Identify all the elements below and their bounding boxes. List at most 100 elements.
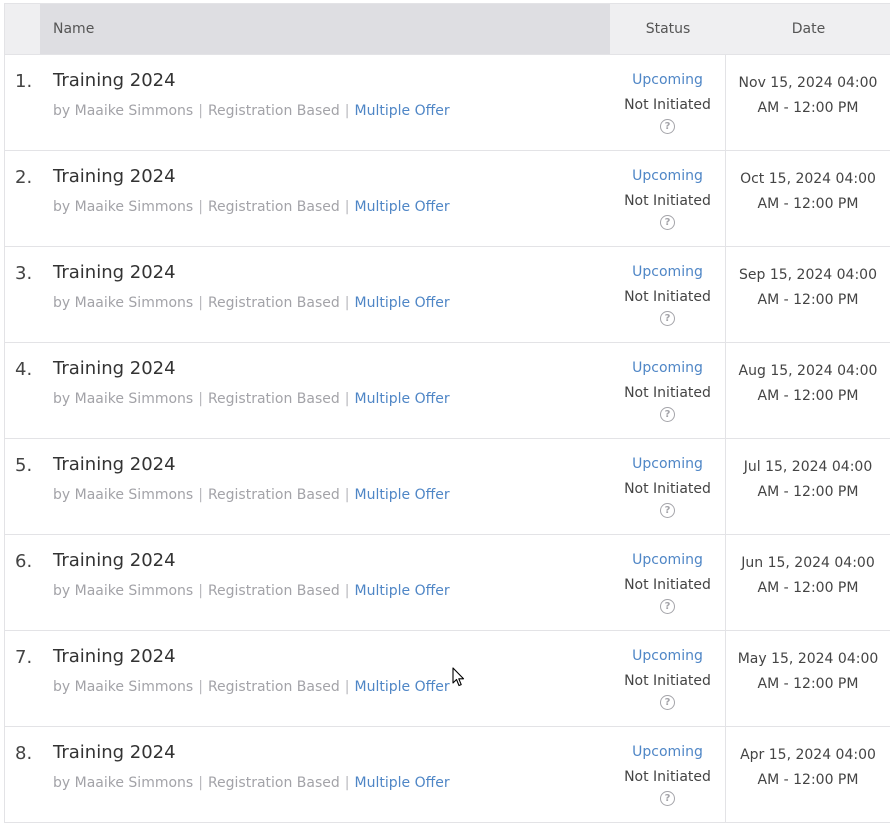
type-label: Registration Based [207, 103, 340, 119]
training-meta: by Maaike Simmons | Registration Based | Mul… [53, 774, 610, 792]
training-title[interactable]: Training 2024 [53, 454, 610, 476]
table-row[interactable]: 4. Training 2024 by Maaike Simmons | Regis… [5, 343, 890, 439]
status-upcoming: Upcoming [632, 552, 703, 568]
date-line-2: AM - 12:00 PM [757, 772, 859, 788]
training-title[interactable]: Training 2024 [53, 166, 610, 188]
row-index: 2. [15, 167, 33, 188]
multiple-offer-link[interactable]: Multiple Offer [355, 583, 450, 599]
training-meta: by Maaike Simmons | Registration Based | Mul… [53, 294, 610, 312]
date-cell: Aug 15, 2024 04:00 AM - 12:00 PM [726, 343, 890, 438]
status-upcoming: Upcoming [632, 360, 703, 376]
multiple-offer-link[interactable]: Multiple Offer [355, 199, 450, 215]
date-cell: Jul 15, 2024 04:00 AM - 12:00 PM [726, 439, 890, 534]
author-label: by Maaike Simmons [53, 391, 194, 407]
author-label: by Maaike Simmons [53, 103, 194, 119]
training-title[interactable]: Training 2024 [53, 262, 610, 284]
table-row[interactable]: 7. Training 2024 by Maaike Simmons | Regis… [5, 631, 890, 727]
training-meta: by Maaike Simmons | Registration Based | Mul… [53, 582, 610, 600]
meta-separator: | [198, 679, 203, 695]
row-index: 5. [15, 455, 33, 476]
status-upcoming: Upcoming [632, 744, 703, 760]
status-cell: Upcoming Not Initiated ? [610, 151, 726, 246]
name-cell: Training 2024 by Maaike Simmons | Registra… [40, 631, 610, 726]
meta-separator: | [344, 775, 350, 791]
question-circle-icon[interactable]: ? [660, 503, 675, 518]
question-circle-icon[interactable]: ? [660, 311, 675, 326]
type-label: Registration Based [207, 295, 340, 311]
multiple-offer-link[interactable]: Multiple Offer [355, 295, 450, 311]
question-circle-icon[interactable]: ? [660, 215, 675, 230]
meta-separator: | [198, 583, 203, 599]
author-label: by Maaike Simmons [53, 775, 194, 791]
date-line-2: AM - 12:00 PM [757, 676, 859, 692]
training-title[interactable]: Training 2024 [53, 70, 610, 92]
type-label: Registration Based [207, 679, 340, 695]
training-title[interactable]: Training 2024 [53, 742, 610, 764]
question-circle-icon[interactable]: ? [660, 791, 675, 806]
meta-separator: | [344, 679, 350, 695]
question-circle-icon[interactable]: ? [660, 695, 675, 710]
multiple-offer-link[interactable]: Multiple Offer [355, 103, 450, 119]
type-label: Registration Based [207, 487, 340, 503]
status-upcoming: Upcoming [632, 456, 703, 472]
status-not-initiated: Not Initiated [624, 769, 711, 785]
date-cell: Oct 15, 2024 04:00 AM - 12:00 PM [726, 151, 890, 246]
date-line-1: Jun 15, 2024 04:00 [741, 555, 875, 571]
status-upcoming: Upcoming [632, 72, 703, 88]
question-circle-icon[interactable]: ? [660, 407, 675, 422]
multiple-offer-link[interactable]: Multiple Offer [355, 679, 450, 695]
training-meta: by Maaike Simmons | Registration Based | Mul… [53, 390, 610, 408]
status-cell: Upcoming Not Initiated ? [610, 55, 726, 150]
date-line-2: AM - 12:00 PM [757, 580, 859, 596]
question-circle-icon[interactable]: ? [660, 119, 675, 134]
training-meta: by Maaike Simmons | Registration Based | Mul… [53, 102, 610, 120]
meta-separator: | [344, 391, 350, 407]
table-row[interactable]: 1. Training 2024 by Maaike Simmons | Regis… [5, 55, 890, 151]
multiple-offer-link[interactable]: Multiple Offer [355, 487, 450, 503]
author-label: by Maaike Simmons [53, 295, 194, 311]
table-row[interactable]: 2. Training 2024 by Maaike Simmons | Regis… [5, 151, 890, 247]
date-line-1: Oct 15, 2024 04:00 [740, 171, 876, 187]
training-meta: by Maaike Simmons | Registration Based | Mul… [53, 486, 610, 504]
date-line-1: Apr 15, 2024 04:00 [740, 747, 876, 763]
date-line-2: AM - 12:00 PM [757, 196, 859, 212]
meta-separator: | [198, 103, 203, 119]
status-not-initiated: Not Initiated [624, 577, 711, 593]
status-upcoming: Upcoming [632, 648, 703, 664]
type-label: Registration Based [207, 199, 340, 215]
author-label: by Maaike Simmons [53, 487, 194, 503]
status-cell: Upcoming Not Initiated ? [610, 439, 726, 534]
table-row[interactable]: 8. Training 2024 by Maaike Simmons | Regis… [5, 727, 890, 823]
row-index: 6. [15, 551, 33, 572]
name-cell: Training 2024 by Maaike Simmons | Registra… [40, 439, 610, 534]
header-name[interactable]: Name [40, 4, 610, 54]
multiple-offer-link[interactable]: Multiple Offer [355, 775, 450, 791]
status-cell: Upcoming Not Initiated ? [610, 247, 726, 342]
date-line-2: AM - 12:00 PM [757, 484, 859, 500]
table-row[interactable]: 3. Training 2024 by Maaike Simmons | Regis… [5, 247, 890, 343]
name-cell: Training 2024 by Maaike Simmons | Registra… [40, 151, 610, 246]
meta-separator: | [344, 103, 350, 119]
table-row[interactable]: 6. Training 2024 by Maaike Simmons | Regis… [5, 535, 890, 631]
author-label: by Maaike Simmons [53, 679, 194, 695]
header-date[interactable]: Date [726, 4, 890, 54]
meta-separator: | [344, 583, 350, 599]
question-circle-icon[interactable]: ? [660, 599, 675, 614]
header-index [5, 4, 40, 54]
meta-separator: | [198, 487, 203, 503]
multiple-offer-link[interactable]: Multiple Offer [355, 391, 450, 407]
meta-separator: | [344, 487, 350, 503]
meta-separator: | [344, 295, 350, 311]
training-meta: by Maaike Simmons | Registration Based | Mul… [53, 678, 610, 696]
date-line-1: Nov 15, 2024 04:00 [738, 75, 878, 91]
date-line-2: AM - 12:00 PM [757, 292, 859, 308]
training-title[interactable]: Training 2024 [53, 550, 610, 572]
author-label: by Maaike Simmons [53, 199, 194, 215]
training-title[interactable]: Training 2024 [53, 646, 610, 668]
table-row[interactable]: 5. Training 2024 by Maaike Simmons | Regis… [5, 439, 890, 535]
date-cell: Nov 15, 2024 04:00 AM - 12:00 PM [726, 55, 890, 150]
header-status[interactable]: Status [610, 4, 726, 54]
training-title[interactable]: Training 2024 [53, 358, 610, 380]
type-label: Registration Based [207, 775, 340, 791]
status-upcoming: Upcoming [632, 168, 703, 184]
